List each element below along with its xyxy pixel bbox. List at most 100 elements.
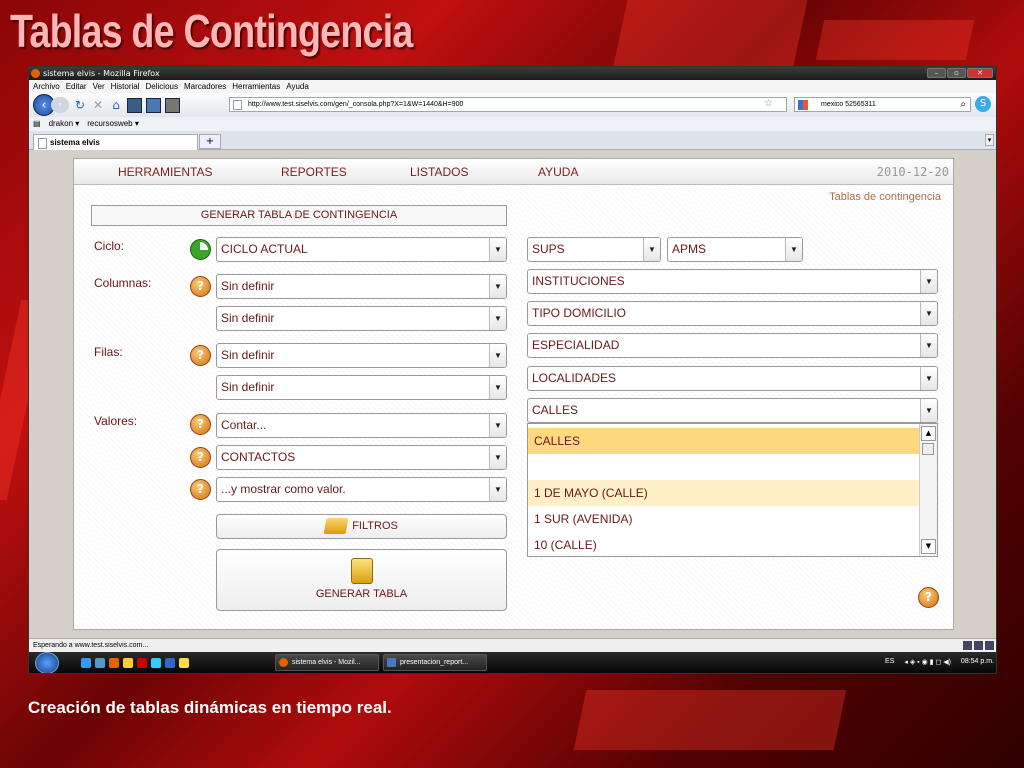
tab-list-chevron-icon[interactable]: ▾ (985, 134, 994, 146)
apms-select[interactable]: APMS ▼ (667, 237, 803, 262)
menu-delicious[interactable]: Delicious (146, 80, 178, 93)
new-tab-button[interactable]: + (199, 134, 221, 149)
opera-icon[interactable] (137, 658, 147, 668)
menu-historial[interactable]: Historial (111, 80, 140, 93)
help-icon[interactable]: ? (190, 479, 211, 500)
chevron-down-icon[interactable]: ▼ (489, 344, 506, 367)
chevron-down-icon[interactable]: ▼ (920, 399, 937, 422)
chevron-down-icon[interactable]: ▼ (489, 376, 506, 399)
google-icon (798, 100, 808, 110)
skype-icon[interactable]: S (975, 96, 991, 112)
localidades-select[interactable]: LOCALIDADES ▼ (527, 366, 938, 391)
columnas-select-1[interactable]: Sin definir ▼ (216, 274, 507, 299)
tab-sistema-elvis[interactable]: sistema elvis (33, 134, 198, 150)
help-icon[interactable]: ? (190, 414, 211, 435)
language-indicator[interactable]: ES (885, 658, 894, 666)
clock[interactable]: 08:54 p.m. (961, 658, 994, 666)
chevron-down-icon[interactable]: ▼ (489, 414, 506, 437)
chevron-down-icon[interactable]: ▼ (489, 238, 506, 261)
bookmark-recursosweb[interactable]: recursosweb ▾ (87, 117, 139, 131)
calles-select[interactable]: CALLES ▼ (527, 398, 938, 423)
folder-icon[interactable] (179, 658, 189, 668)
filas-select-1[interactable]: Sin definir ▼ (216, 343, 507, 368)
stop-icon[interactable]: ✕ (91, 98, 105, 112)
app-menu-reportes[interactable]: REPORTES (281, 165, 347, 179)
chevron-down-icon[interactable]: ▼ (920, 270, 937, 293)
search-input[interactable]: mexico 52565311 ⌕ (794, 97, 971, 112)
help-icon[interactable]: ? (918, 587, 939, 608)
search-icon[interactable]: ⌕ (960, 98, 966, 111)
calles-option[interactable]: CALLES (528, 428, 919, 454)
chevron-down-icon[interactable]: ▼ (489, 275, 506, 298)
calles-option[interactable]: 1 DE MAYO (CALLE) (528, 480, 919, 506)
valores-select-campo[interactable]: CONTACTOS ▼ (216, 445, 507, 470)
bookmarks-menu-icon[interactable]: ▤ (33, 117, 41, 131)
toolbar-tag-icon[interactable] (165, 97, 180, 113)
maximize-button[interactable]: ▫ (947, 68, 966, 78)
filas-select-2[interactable]: Sin definir ▼ (216, 375, 507, 400)
tipo-domicilio-select[interactable]: TIPO DOMICILIO ▼ (527, 301, 938, 326)
chevron-down-icon[interactable]: ▼ (920, 367, 937, 390)
toolbar-app-icon[interactable] (127, 97, 142, 113)
help-icon[interactable]: ? (190, 447, 211, 468)
menu-ver[interactable]: Ver (93, 80, 105, 93)
help-icon[interactable]: ? (190, 345, 211, 366)
quicklaunch-icon[interactable] (165, 658, 175, 668)
generar-tabla-button[interactable]: GENERAR TABLA (216, 549, 507, 611)
minimize-button[interactable]: – (927, 68, 946, 78)
firefox-icon[interactable] (109, 658, 119, 668)
status-icon[interactable] (963, 641, 972, 650)
start-button[interactable] (35, 652, 59, 673)
scroll-down-icon[interactable]: ▼ (921, 539, 936, 554)
especialidad-select[interactable]: ESPECIALIDAD ▼ (527, 333, 938, 358)
home-icon[interactable]: ⌂ (109, 98, 123, 112)
filtros-label: FILTROS (352, 520, 398, 532)
filas-select-2-value: Sin definir (221, 380, 275, 394)
valores-select-funcion[interactable]: Contar... ▼ (216, 413, 507, 438)
mail-icon[interactable] (985, 641, 994, 650)
quicklaunch-icon[interactable] (95, 658, 105, 668)
chevron-down-icon[interactable]: ▼ (489, 478, 506, 501)
menu-archivo[interactable]: Archivo (33, 80, 60, 93)
bookmark-drakon[interactable]: drakon ▾ (49, 117, 80, 131)
chevron-down-icon[interactable]: ▼ (489, 307, 506, 330)
tray-icons[interactable]: ◂ ◈ ▪ ◉ ▮ ◻ ◀) (904, 658, 951, 666)
chevron-down-icon[interactable]: ▼ (785, 238, 802, 261)
menu-herramientas[interactable]: Herramientas (232, 80, 280, 93)
url-bar[interactable]: http://www.test.siselvis.com/gen/_consol… (229, 97, 787, 112)
menu-editar[interactable]: Editar (66, 80, 87, 93)
toolbar-app-icon[interactable] (146, 97, 161, 113)
quicklaunch-icon[interactable] (151, 658, 161, 668)
chrome-icon[interactable] (123, 658, 133, 668)
calles-option[interactable]: 1 SUR (AVENIDA) (528, 506, 919, 532)
scrollbar-thumb[interactable] (922, 443, 934, 455)
sups-select[interactable]: SUPS ▼ (527, 237, 661, 262)
forward-button[interactable]: › (51, 97, 69, 113)
ciclo-select[interactable]: CICLO ACTUAL ▼ (216, 237, 507, 262)
calles-option[interactable]: 10 (CALLE) (528, 532, 919, 558)
taskbar-item-presentation[interactable]: presentacion_report... (383, 654, 487, 671)
chevron-down-icon[interactable]: ▼ (920, 302, 937, 325)
columnas-select-2[interactable]: Sin definir ▼ (216, 306, 507, 331)
chevron-down-icon[interactable]: ▼ (920, 334, 937, 357)
dropdown-scrollbar[interactable]: ▲ ▼ (919, 424, 937, 556)
filtros-button[interactable]: FILTROS (216, 514, 507, 539)
menu-marcadores[interactable]: Marcadores (184, 80, 226, 93)
quicklaunch-icon[interactable] (81, 658, 91, 668)
close-window-button[interactable]: ✕ (967, 68, 993, 78)
app-menu-ayuda[interactable]: AYUDA (538, 165, 578, 179)
menu-ayuda[interactable]: Ayuda (286, 80, 309, 93)
scroll-up-icon[interactable]: ▲ (921, 426, 936, 441)
chevron-down-icon[interactable]: ▼ (643, 238, 660, 261)
status-icon[interactable] (974, 641, 983, 650)
bookmark-star-icon[interactable]: ☆ (764, 98, 773, 109)
app-menu-herramientas[interactable]: HERRAMIENTAS (118, 165, 212, 179)
calles-option[interactable] (528, 454, 919, 480)
reload-icon[interactable]: ↻ (73, 98, 87, 112)
help-icon[interactable]: ? (190, 276, 211, 297)
valores-select-mostrar[interactable]: ...y mostrar como valor. ▼ (216, 477, 507, 502)
app-menu-listados[interactable]: LISTADOS (410, 165, 468, 179)
chevron-down-icon[interactable]: ▼ (489, 446, 506, 469)
taskbar-item-firefox[interactable]: sistema elvis - Mozil... (275, 654, 379, 671)
instituciones-select[interactable]: INSTITUCIONES ▼ (527, 269, 938, 294)
